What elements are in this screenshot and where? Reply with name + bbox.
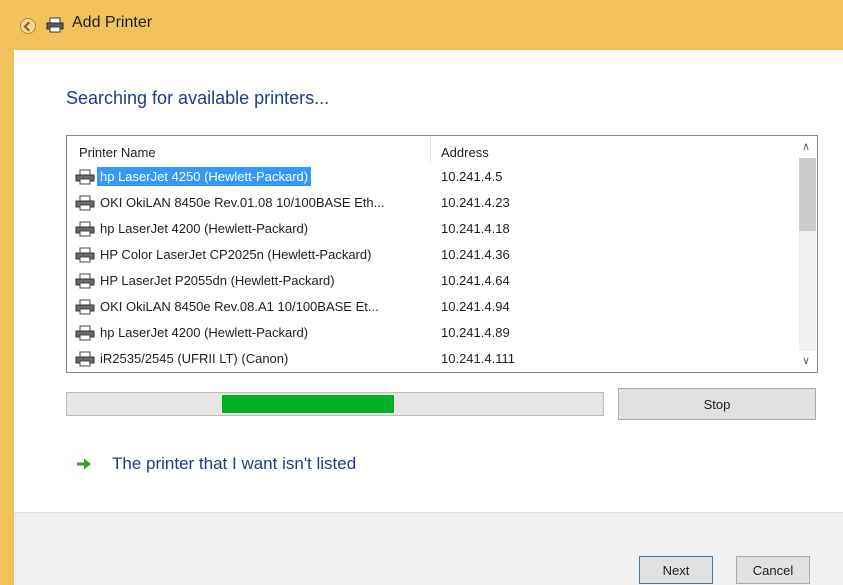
printer-address: 10.241.4.111 bbox=[441, 351, 515, 366]
scroll-thumb[interactable] bbox=[799, 158, 816, 232]
printer-row[interactable]: hp LaserJet 4200 (Hewlett-Packard) 10.24… bbox=[67, 216, 789, 242]
column-header-address[interactable]: Address bbox=[441, 145, 489, 160]
printer-address: 10.241.4.64 bbox=[441, 273, 510, 288]
column-header-printer-name[interactable]: Printer Name bbox=[79, 145, 156, 160]
next-button[interactable]: Next bbox=[639, 556, 713, 584]
window-title: Add Printer bbox=[72, 14, 153, 31]
printer-icon bbox=[75, 273, 95, 289]
printer-row[interactable]: OKI OkiLAN 8450e Rev.08.A1 10/100BASE Et… bbox=[67, 294, 789, 320]
scroll-down-icon[interactable]: ∨ bbox=[801, 356, 811, 367]
printer-row[interactable]: HP LaserJet P2055dn (Hewlett-Packard) 10… bbox=[67, 268, 789, 294]
printer-name: HP LaserJet P2055dn (Hewlett-Packard) bbox=[100, 273, 335, 288]
printer-row[interactable]: iR2535/2545 (UFRII LT) (Canon) 10.241.4.… bbox=[67, 346, 789, 372]
printer-name: OKI OkiLAN 8450e Rev.01.08 10/100BASE Et… bbox=[100, 195, 385, 210]
stop-button[interactable]: Stop bbox=[618, 388, 816, 420]
printer-address: 10.241.4.89 bbox=[441, 325, 510, 340]
dialog-footer: Next Cancel bbox=[14, 512, 843, 585]
scroll-up-icon[interactable]: ∧ bbox=[801, 142, 811, 153]
vertical-scrollbar[interactable]: ∧ ∨ bbox=[797, 136, 817, 372]
column-divider[interactable] bbox=[430, 136, 431, 162]
dialog-content: Searching for available printers... Prin… bbox=[14, 50, 843, 512]
printer-icon bbox=[75, 299, 95, 315]
printer-icon bbox=[75, 169, 95, 185]
printer-address: 10.241.4.94 bbox=[441, 299, 510, 314]
printer-name: hp LaserJet 4200 (Hewlett-Packard) bbox=[100, 221, 309, 236]
printer-name: OKI OkiLAN 8450e Rev.08.A1 10/100BASE Et… bbox=[100, 299, 379, 314]
printer-icon bbox=[75, 247, 95, 263]
search-progress-bar bbox=[66, 392, 604, 416]
printer-name: iR2535/2545 (UFRII LT) (Canon) bbox=[100, 351, 289, 366]
printer-address: 10.241.4.36 bbox=[441, 247, 510, 262]
printer-row[interactable]: hp LaserJet 4250 (Hewlett-Packard) 10.24… bbox=[67, 164, 789, 190]
printer-icon bbox=[75, 221, 95, 237]
printer-address: 10.241.4.23 bbox=[441, 195, 510, 210]
printer-address: 10.241.4.18 bbox=[441, 221, 510, 236]
scroll-track[interactable] bbox=[799, 158, 816, 351]
cancel-button[interactable]: Cancel bbox=[736, 556, 810, 584]
printer-not-listed-label: The printer that I want isn't listed bbox=[112, 454, 357, 473]
printer-icon bbox=[75, 351, 95, 367]
printer-icon bbox=[75, 325, 95, 341]
green-arrow-icon bbox=[77, 458, 91, 470]
back-arrow-icon[interactable] bbox=[20, 18, 36, 34]
printer-row[interactable]: hp LaserJet 4200 (Hewlett-Packard) 10.24… bbox=[67, 320, 789, 346]
list-header: Printer Name Address bbox=[67, 136, 789, 162]
printer-address: 10.241.4.5 bbox=[441, 169, 503, 184]
progress-fill bbox=[222, 395, 394, 413]
page-heading: Searching for available printers... bbox=[66, 88, 330, 108]
printer-row[interactable]: HP Color LaserJet CP2025n (Hewlett-Packa… bbox=[67, 242, 789, 268]
title-bar: Add Printer bbox=[0, 0, 843, 50]
printer-icon bbox=[46, 17, 64, 33]
printer-rows: hp LaserJet 4250 (Hewlett-Packard) 10.24… bbox=[67, 164, 789, 372]
printer-icon bbox=[75, 195, 95, 211]
printer-name: hp LaserJet 4250 (Hewlett-Packard) bbox=[97, 167, 312, 186]
printer-row[interactable]: OKI OkiLAN 8450e Rev.01.08 10/100BASE Et… bbox=[67, 190, 789, 216]
printer-list[interactable]: Printer Name Address hp LaserJet 4250 (H… bbox=[66, 135, 818, 373]
printer-name: HP Color LaserJet CP2025n (Hewlett-Packa… bbox=[100, 247, 372, 262]
printer-name: hp LaserJet 4200 (Hewlett-Packard) bbox=[100, 325, 309, 340]
